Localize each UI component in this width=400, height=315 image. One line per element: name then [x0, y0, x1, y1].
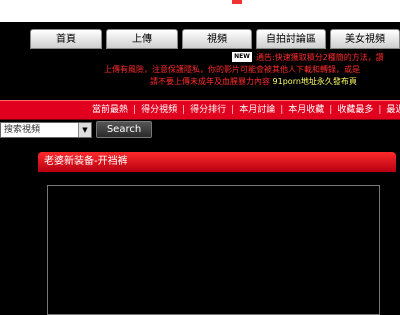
nav-item-beauty-videos[interactable]: 美女視頻 — [330, 29, 400, 49]
new-badge: NEW — [232, 52, 252, 62]
nav-item-selfie-forum[interactable]: 自拍討論區 — [256, 29, 326, 49]
top-banner-strip — [0, 0, 400, 22]
video-panel: 老婆新装备-开裆裤 — [38, 152, 396, 315]
separator: | — [133, 105, 137, 115]
separator: | — [280, 105, 284, 115]
category-link-monthly-favorites[interactable]: 本月收藏 — [288, 105, 324, 115]
search-row: 搜索視頻 ▼ Search — [0, 121, 400, 139]
search-button[interactable]: Search — [96, 121, 152, 138]
category-links: 當前最熱 | 得分視頻 | 得分排行 | 本月討論 | 本月收藏 | 收藏最多 | 最近 — [92, 101, 400, 119]
category-bar: 當前最熱 | 得分視頻 | 得分排行 | 本月討論 | 本月收藏 | 收藏最多 | 最近 — [0, 100, 400, 120]
notice-line-3-text: 請不要上傳未成年及血腥暴力內容 — [150, 77, 270, 86]
separator: | — [378, 105, 382, 115]
category-link-monthly-discussion[interactable]: 本月討論 — [239, 105, 275, 115]
notice-line-2: 上傳有風險，注意保護隱私，你的影片可能會被其他人下載和轉錄，或是 — [104, 65, 360, 74]
search-type-value: 搜索視頻 — [4, 125, 41, 135]
main-nav: 首頁 上傳 視頻 自拍討論區 美女視頻 — [0, 22, 400, 52]
category-link-most-favorited[interactable]: 收藏最多 — [337, 105, 373, 115]
search-type-select[interactable]: 搜索視頻 ▼ — [0, 122, 92, 138]
video-player-area[interactable] — [47, 185, 380, 315]
banner-accent-mark — [232, 0, 242, 4]
separator: | — [329, 105, 333, 115]
notice-line-3: 請不要上傳未成年及血腥暴力內容 91porn地址永久發布頁 — [150, 76, 357, 88]
video-title[interactable]: 老婆新装备-开裆裤 — [38, 152, 396, 172]
category-link-scored-videos[interactable]: 得分視頻 — [141, 105, 177, 115]
separator: | — [231, 105, 235, 115]
nav-item-home[interactable]: 首頁 — [30, 29, 102, 49]
category-link-score-ranking[interactable]: 得分排行 — [190, 105, 226, 115]
category-link-hot[interactable]: 當前最熱 — [92, 105, 128, 115]
separator: | — [182, 105, 186, 115]
category-link-recent[interactable]: 最近 — [386, 105, 400, 115]
chevron-down-icon[interactable]: ▼ — [78, 123, 91, 137]
notice-area: NEW 通告:快速獲取積分2種簡的方法，讚 上傳有風險，注意保護隱私，你的影片可… — [0, 52, 400, 92]
notice-link-permanent-address[interactable]: 91porn地址永久發布頁 — [273, 77, 357, 86]
notice-line-1[interactable]: 通告:快速獲取積分2種簡的方法，讚 — [256, 52, 384, 64]
nav-item-upload[interactable]: 上傳 — [106, 29, 178, 49]
nav-item-videos[interactable]: 視頻 — [182, 29, 252, 49]
